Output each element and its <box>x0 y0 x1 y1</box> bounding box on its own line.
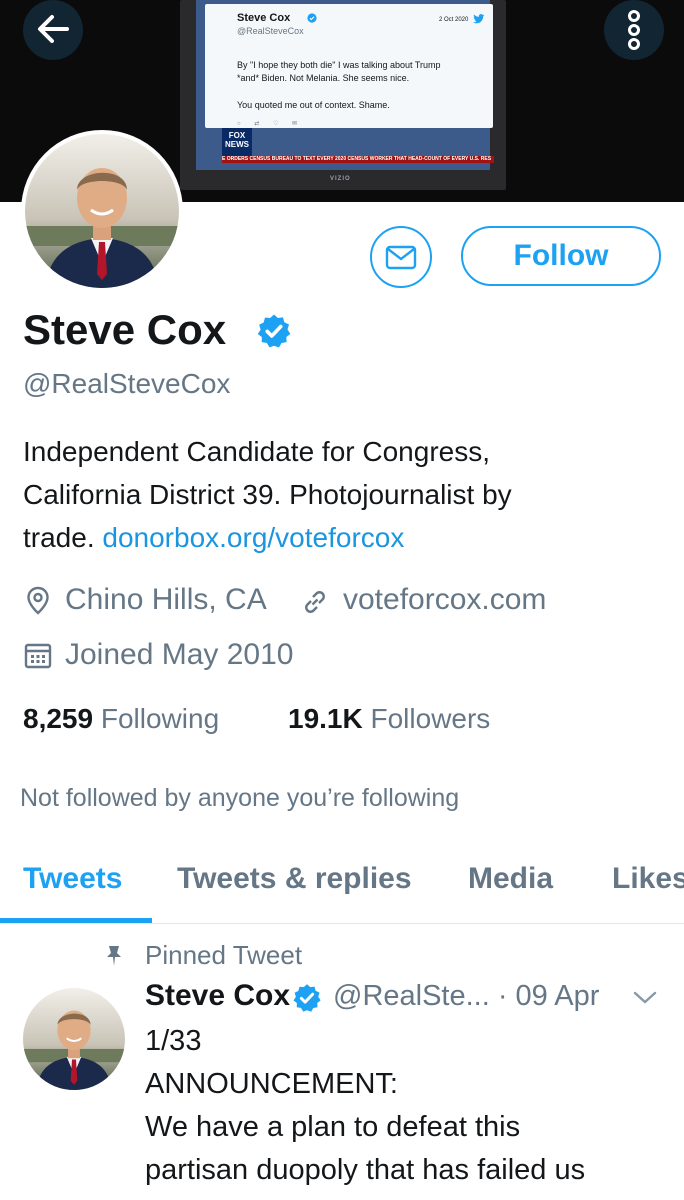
banner-verified-icon <box>307 13 317 23</box>
following-stat[interactable]: 8,259 Following <box>23 703 219 735</box>
fox-logo-line2: NEWS <box>225 140 249 149</box>
banner-tweet-actions: ○ ⇄ ♡ ✉ <box>237 121 304 127</box>
banner-tweet-name: Steve Cox <box>237 12 291 24</box>
followers-label: Followers <box>370 703 491 734</box>
follow-button[interactable]: Follow <box>461 226 661 286</box>
profile-joined-date: Joined May 2010 <box>65 638 294 671</box>
followers-stat[interactable]: 19.1K Followers <box>288 703 490 735</box>
tab-tweets-and-replies[interactable]: Tweets & replies <box>177 862 412 896</box>
bio-line: California District 39. Photojournalist … <box>23 479 512 510</box>
message-button[interactable] <box>370 226 432 288</box>
avatar-photo <box>25 134 179 288</box>
news-ticker: E ORDERS CENSUS BUREAU TO TEXT EVERY 202… <box>222 156 494 163</box>
banner-tweet-line: You quoted me out of context. Shame. <box>237 100 390 110</box>
fox-logo-line1: FOX <box>228 131 246 140</box>
pinned-tweet-label: Pinned Tweet <box>145 940 303 970</box>
tweet-author-avatar[interactable] <box>23 988 125 1090</box>
more-options-button[interactable] <box>604 0 664 60</box>
profile-location: Chino Hills, CA <box>65 583 267 616</box>
followers-count: 19.1K <box>288 703 363 734</box>
bio-link[interactable]: donorbox.org/voteforcox <box>102 522 404 553</box>
banner-tweet-handle: @RealSteveCox <box>237 26 304 36</box>
envelope-icon <box>385 245 417 270</box>
chevron-down-icon[interactable] <box>632 990 658 1006</box>
profile-website-link[interactable]: voteforcox.com <box>343 583 546 617</box>
person-photo-icon <box>25 134 179 288</box>
profile-avatar[interactable] <box>21 130 183 292</box>
tweet-line: We have a plan to defeat this <box>145 1111 521 1143</box>
profile-bio: Independent Candidate for Congress, Cali… <box>23 430 663 559</box>
back-button[interactable] <box>23 0 83 60</box>
tweet-handle-date: @RealSte... · 09 Apr <box>333 980 600 1012</box>
arrow-left-icon <box>38 15 69 43</box>
twitter-bird-icon <box>473 14 485 24</box>
bio-line: Independent Candidate for Congress, <box>23 436 490 467</box>
followers-you-know: Not followed by anyone you’re following <box>20 784 460 812</box>
calendar-icon <box>24 643 52 669</box>
fox-news-logo: FOX NEWS <box>222 128 252 158</box>
banner-tweet-card: Steve Cox @RealSteveCox 2 Oct 2020 By "I… <box>205 4 493 128</box>
bio-line: trade. <box>23 522 95 553</box>
banner-tweet-line: *and* Biden. Not Melania. She seems nice… <box>237 73 410 83</box>
tweet-line: ANNOUNCEMENT: <box>145 1068 398 1100</box>
more-vertical-icon <box>628 10 640 50</box>
tab-likes[interactable]: Likes <box>612 862 684 896</box>
person-photo-icon <box>23 988 125 1090</box>
tv-brand: VIZIO <box>330 176 351 182</box>
link-icon <box>305 591 325 613</box>
location-pin-icon <box>27 586 49 615</box>
verified-badge-icon <box>293 984 321 1012</box>
following-count: 8,259 <box>23 703 94 734</box>
tweet-author-name[interactable]: Steve Cox <box>145 979 290 1013</box>
profile-name: Steve Cox <box>23 306 227 353</box>
tab-media[interactable]: Media <box>468 862 553 896</box>
banner-tweet-date: 2 Oct 2020 <box>439 17 469 23</box>
following-label: Following <box>100 703 220 734</box>
tweet-text[interactable]: 1/33 ANNOUNCEMENT: We have a plan to def… <box>145 1020 665 1192</box>
tweet-line: 1/33 <box>145 1025 202 1057</box>
banner-tweet-line: By "I hope they both die" I was talking … <box>237 60 441 70</box>
tab-tweets[interactable]: Tweets <box>23 862 122 896</box>
tabs-divider <box>0 923 684 924</box>
profile-handle: @RealSteveCox <box>23 368 231 399</box>
verified-badge-icon <box>257 314 291 348</box>
tweet-line: partisan duopoly that has failed us <box>145 1154 586 1186</box>
pin-icon <box>107 946 121 966</box>
